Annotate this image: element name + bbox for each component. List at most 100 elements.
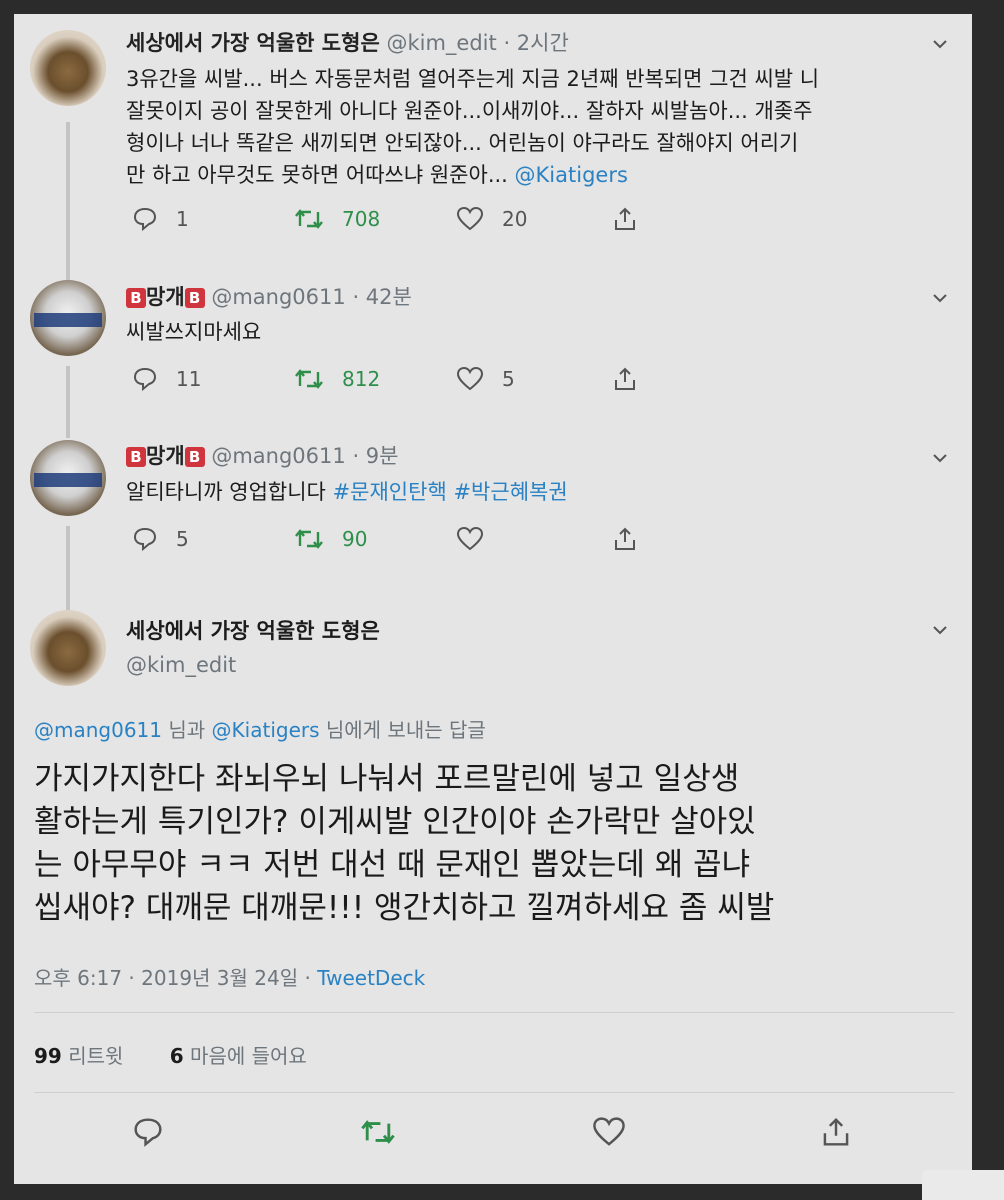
tweet-thread-panel: 세상에서 가장 억울한 도형은 @kim_edit · 2시간 3유간을 씨발.… xyxy=(14,14,972,1184)
reply-count: 1 xyxy=(176,207,189,231)
timestamp[interactable]: 오후 6:17 · 2019년 3월 24일 · xyxy=(34,966,311,990)
chevron-down-icon[interactable] xyxy=(932,450,948,466)
badge-icon: B xyxy=(126,288,146,308)
heart-icon xyxy=(456,206,484,231)
display-name[interactable]: 세상에서 가장 억울한 도형은 xyxy=(126,31,380,55)
share-icon xyxy=(823,1117,849,1146)
like-button[interactable] xyxy=(592,1116,626,1152)
handle[interactable]: @mang0611 xyxy=(211,285,345,309)
tweet-text-line: 만 하고 아무것도 못하면 어따쓰냐 원준아... @Kiatigers xyxy=(126,159,956,191)
reply-icon xyxy=(133,527,157,552)
retweet-stat[interactable]: 99 리트윗 xyxy=(34,1044,123,1068)
tweet-text-segment: 만 하고 아무것도 못하면 어따쓰냐 원준아... xyxy=(126,163,508,187)
display-name[interactable]: 망개 xyxy=(146,444,185,468)
reply-icon xyxy=(133,207,157,232)
share-button[interactable] xyxy=(612,204,656,234)
chevron-down-icon[interactable] xyxy=(932,622,948,638)
like-stat[interactable]: 6 마음에 들어요 xyxy=(170,1044,307,1068)
retweet-total: 99 xyxy=(34,1044,62,1068)
reply-icon xyxy=(133,367,157,392)
like-label: 마음에 들어요 xyxy=(190,1044,307,1068)
timestamp[interactable]: · 2시간 xyxy=(503,31,568,55)
divider xyxy=(34,1092,954,1093)
share-button[interactable] xyxy=(612,364,656,394)
tweet-header: B 망개 B @mang0611 · 42분 xyxy=(126,282,412,312)
reply-button[interactable] xyxy=(132,1116,164,1152)
like-total: 6 xyxy=(169,1044,184,1068)
handle[interactable]: @kim_edit xyxy=(126,650,236,680)
retweet-icon xyxy=(295,369,323,389)
hashtag-link[interactable]: #문재인탄핵 xyxy=(333,480,447,504)
tweet-text-line: 씹새야? 대깨문 대깨문!!! 앵간치하고 낄껴하세요 좀 씨발 xyxy=(34,890,775,926)
badge-icon: B xyxy=(126,447,146,467)
retweet-count: 812 xyxy=(342,367,381,391)
tweet-text: 3유간을 씨발... 버스 자동문처럼 열어주는게 지금 2년째 반복되면 그건… xyxy=(126,63,956,191)
thread-line xyxy=(66,122,70,280)
mention-link[interactable]: @Kiatigers xyxy=(212,718,320,742)
retweet-icon xyxy=(295,529,323,549)
tweet-header: B 망개 B @mang0611 · 9분 xyxy=(126,441,398,471)
like-button[interactable]: 20 xyxy=(456,204,527,234)
tweet-text-segment: 알티타니까 영업합니다 xyxy=(126,480,326,504)
tweet-actions: 1 708 20 xyxy=(132,204,642,234)
share-icon xyxy=(615,207,635,230)
reply-button[interactable]: 5 xyxy=(132,524,189,554)
avatar[interactable] xyxy=(30,610,106,686)
hashtag-link[interactable]: #박근혜복권 xyxy=(453,480,567,504)
tweet-text: 씨발쓰지마세요 xyxy=(126,320,262,344)
reply-button[interactable]: 1 xyxy=(132,204,189,234)
avatar[interactable] xyxy=(30,30,106,106)
like-button[interactable] xyxy=(456,524,502,554)
heart-icon xyxy=(593,1117,625,1146)
like-count: 5 xyxy=(502,367,515,391)
retweet-icon xyxy=(361,1120,395,1144)
main-tweet-text: 가지가지한다 좌뇌우뇌 나눠서 포르말린에 넣고 일상생 활하는게 특기인가? … xyxy=(34,758,964,930)
share-button[interactable] xyxy=(612,524,656,554)
thread-line xyxy=(66,366,70,438)
reply-count: 5 xyxy=(176,527,189,551)
chevron-down-icon[interactable] xyxy=(932,290,948,306)
reply-to-text: 님과 xyxy=(168,718,206,742)
reply-button[interactable]: 11 xyxy=(132,364,201,394)
display-name[interactable]: 세상에서 가장 억울한 도형은 xyxy=(126,616,380,646)
reply-icon xyxy=(134,1118,162,1147)
like-button[interactable]: 5 xyxy=(456,364,515,394)
retweet-button[interactable]: 90 xyxy=(294,524,367,554)
tweet-text-line: 활하는게 특기인가? 이게씨발 인간이야 손가락만 살아있 xyxy=(34,804,756,840)
thread-line xyxy=(66,526,70,610)
handle[interactable]: @mang0611 xyxy=(211,444,345,468)
retweet-button[interactable] xyxy=(360,1116,396,1152)
window-corner xyxy=(922,1170,1004,1200)
share-icon xyxy=(615,367,635,390)
tweet-text-line: 가지가지한다 좌뇌우뇌 나눠서 포르말린에 넣고 일상생 xyxy=(34,761,740,797)
tweet-text: 알티타니까 영업합니다 #문재인탄핵 #박근혜복권 xyxy=(126,476,956,508)
mention-link[interactable]: @Kiatigers xyxy=(515,163,628,187)
badge-icon: B xyxy=(184,447,205,467)
client-link[interactable]: TweetDeck xyxy=(317,966,425,990)
share-button[interactable] xyxy=(820,1116,852,1152)
avatar[interactable] xyxy=(30,280,106,356)
heart-icon xyxy=(456,366,484,391)
tweet-actions: 5 90 xyxy=(132,524,642,554)
divider xyxy=(34,1012,954,1013)
retweet-button[interactable]: 708 xyxy=(294,204,380,234)
mention-link[interactable]: @mang0611 xyxy=(34,718,162,742)
share-icon xyxy=(615,527,635,550)
tweet-meta: 오후 6:17 · 2019년 3월 24일 · TweetDeck xyxy=(34,962,425,991)
timestamp[interactable]: · 9분 xyxy=(352,444,398,468)
handle[interactable]: @kim_edit xyxy=(386,31,496,55)
main-tweet-actions xyxy=(14,1116,972,1156)
reply-to-text: 님에게 보내는 답글 xyxy=(325,718,486,742)
tweet-header: 세상에서 가장 억울한 도형은 @kim_edit · 2시간 xyxy=(126,28,569,58)
retweet-button[interactable]: 812 xyxy=(294,364,380,394)
engagement-stats: 99 리트윗 6 마음에 들어요 xyxy=(34,1040,307,1069)
retweet-count: 90 xyxy=(342,527,368,551)
tweet-text-line: 는 아무무야 ㅋㅋ 저번 대선 때 문재인 뽑았는데 왜 꼽냐 xyxy=(34,847,751,883)
badge-icon: B xyxy=(184,288,205,308)
avatar[interactable] xyxy=(30,440,106,516)
retweet-icon xyxy=(295,209,323,229)
tweet-text-line: 잘못이지 공이 잘못한게 아니다 원준아...이새끼야... 잘하자 씨발놈아.… xyxy=(126,99,813,123)
timestamp[interactable]: · 42분 xyxy=(352,285,411,309)
chevron-down-icon[interactable] xyxy=(932,36,948,52)
display-name[interactable]: 망개 xyxy=(146,285,185,309)
